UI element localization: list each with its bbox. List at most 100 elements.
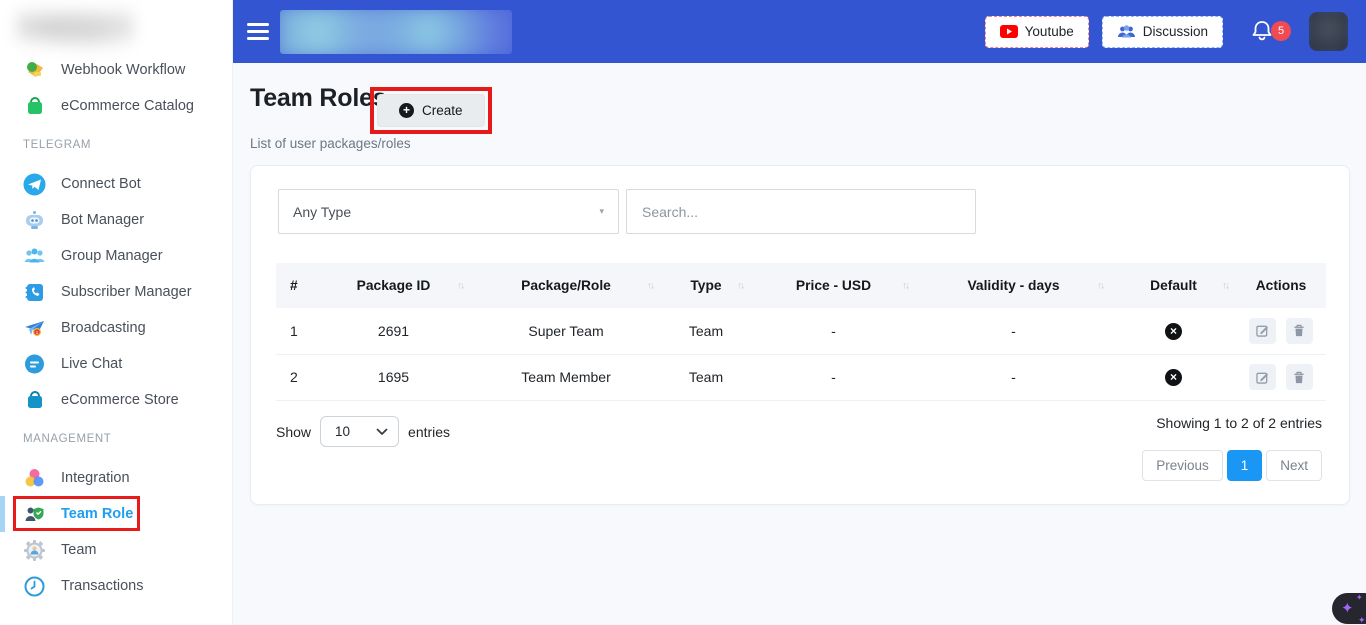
sort-icon[interactable]: ↑↓	[457, 280, 463, 291]
sidebar-item-transactions[interactable]: Transactions	[0, 568, 232, 604]
page-size-value: 10	[335, 424, 350, 439]
sidebar-item-live-chat[interactable]: Live Chat	[0, 346, 232, 382]
bot-manager-icon	[23, 209, 46, 232]
pagination-page-1-button[interactable]: 1	[1227, 450, 1263, 481]
pagination-previous-button[interactable]: Previous	[1142, 450, 1223, 481]
table-row: 2 1695 Team Member Team - - ×	[276, 354, 1326, 400]
broadcasting-icon: 1	[23, 317, 46, 340]
sidebar-item-integration[interactable]: Integration	[0, 460, 232, 496]
team-icon	[23, 539, 46, 562]
chevron-down-icon	[376, 428, 388, 436]
sidebar-section-telegram: TELEGRAM	[0, 124, 232, 166]
live-chat-icon	[23, 353, 46, 376]
subscriber-manager-icon	[23, 281, 46, 304]
discussion-button-label: Discussion	[1143, 24, 1208, 39]
cell-index: 2	[276, 354, 316, 400]
cell-package-id: 1695	[316, 354, 471, 400]
cell-price: -	[751, 308, 916, 354]
youtube-icon	[1000, 25, 1018, 38]
connect-bot-icon	[23, 173, 46, 196]
create-button[interactable]: + Create	[377, 94, 485, 127]
app-logo-blurred	[16, 6, 134, 52]
sidebar-item-team[interactable]: Team	[0, 532, 232, 568]
entries-summary: Showing 1 to 2 of 2 entries	[1156, 415, 1322, 431]
annotation-box-create: + Create	[370, 87, 492, 134]
show-label: Show	[276, 424, 311, 440]
page-size-control: Show 10 entries	[276, 416, 450, 447]
group-manager-icon	[23, 245, 46, 268]
integration-icon	[23, 467, 46, 490]
roles-table: # Package ID↑↓ Package/Role↑↓ Type↑↓ Pri…	[276, 263, 1326, 401]
sort-icon[interactable]: ↑↓	[1222, 280, 1228, 291]
header-logo-blurred	[280, 10, 512, 54]
sidebar-item-team-role[interactable]: Team Role	[0, 496, 232, 532]
sidebar-item-label: eCommerce Catalog	[61, 98, 194, 114]
sort-icon[interactable]: ↑↓	[647, 280, 653, 291]
sidebar-item-label: Team Role	[61, 506, 133, 522]
table-header-row: # Package ID↑↓ Package/Role↑↓ Type↑↓ Pri…	[276, 263, 1326, 308]
not-default-icon: ×	[1165, 369, 1182, 386]
youtube-button-label: Youtube	[1025, 24, 1074, 39]
cell-package-role: Super Team	[471, 308, 661, 354]
hamburger-menu-icon[interactable]	[247, 23, 269, 40]
sort-icon[interactable]: ↑↓	[902, 280, 908, 291]
sidebar-item-subscriber-manager[interactable]: Subscriber Manager	[0, 274, 232, 310]
notifications-button[interactable]: 5	[1247, 12, 1287, 52]
edit-button[interactable]	[1249, 364, 1276, 390]
edit-button[interactable]	[1249, 318, 1276, 344]
column-header-price[interactable]: Price - USD↑↓	[751, 263, 916, 308]
sort-icon[interactable]: ↑↓	[737, 280, 743, 291]
sidebar-item-label: Connect Bot	[61, 176, 141, 192]
ecommerce-store-icon	[23, 389, 46, 412]
cell-actions	[1236, 354, 1326, 400]
sidebar-item-ecommerce-catalog[interactable]: eCommerce Catalog	[0, 88, 232, 124]
cell-validity: -	[916, 308, 1111, 354]
sidebar-item-bot-manager[interactable]: Bot Manager	[0, 202, 232, 238]
column-header-package-id[interactable]: Package ID↑↓	[316, 263, 471, 308]
column-header-type[interactable]: Type↑↓	[661, 263, 751, 308]
sidebar-item-group-manager[interactable]: Group Manager	[0, 238, 232, 274]
sidebar-item-label: Bot Manager	[61, 212, 144, 228]
sidebar-item-webhook-workflow[interactable]: Webhook Workflow	[0, 52, 232, 88]
not-default-icon: ×	[1165, 323, 1182, 340]
ecommerce-catalog-icon	[23, 95, 46, 118]
delete-button[interactable]	[1286, 318, 1313, 344]
chevron-down-icon: ▾	[599, 206, 604, 217]
sidebar-item-label: Subscriber Manager	[61, 284, 192, 300]
column-header-default[interactable]: Default↑↓	[1111, 263, 1236, 308]
sidebar-item-label: Integration	[61, 470, 130, 486]
sidebar-item-label: Broadcasting	[61, 320, 146, 336]
transactions-icon	[23, 575, 46, 598]
webhook-workflow-icon	[23, 59, 46, 82]
column-header-validity[interactable]: Validity - days↑↓	[916, 263, 1111, 308]
sidebar: Webhook Workflow eCommerce Catalog TELEG…	[0, 0, 233, 625]
column-header-package-role[interactable]: Package/Role↑↓	[471, 263, 661, 308]
cell-type: Team	[661, 308, 751, 354]
type-filter-select[interactable]: Any Type ▾	[278, 189, 619, 234]
user-avatar[interactable]	[1309, 12, 1348, 51]
sort-icon[interactable]: ↑↓	[1097, 280, 1103, 291]
entries-label: entries	[408, 424, 450, 440]
youtube-button[interactable]: Youtube	[985, 16, 1089, 48]
sidebar-item-label: Transactions	[61, 578, 143, 594]
sidebar-item-label: Group Manager	[61, 248, 163, 264]
sidebar-item-connect-bot[interactable]: Connect Bot	[0, 166, 232, 202]
sidebar-item-label: eCommerce Store	[61, 392, 179, 408]
sidebar-item-ecommerce-store[interactable]: eCommerce Store	[0, 382, 232, 418]
search-input[interactable]	[626, 189, 976, 234]
cell-default: ×	[1111, 308, 1236, 354]
main-content: Team Roles + Create List of user package…	[233, 63, 1366, 625]
ai-assistant-button[interactable]: ✦ ✦ ✦	[1332, 593, 1366, 624]
pagination-next-button[interactable]: Next	[1266, 450, 1322, 481]
create-button-label: Create	[422, 103, 463, 118]
column-header-actions: Actions	[1236, 263, 1326, 308]
delete-button[interactable]	[1286, 364, 1313, 390]
sidebar-item-label: Team	[61, 542, 96, 558]
roles-card: Any Type ▾ # Package ID↑↓ Package/Role↑↓…	[250, 165, 1350, 505]
sidebar-section-management: MANAGEMENT	[0, 418, 232, 460]
cell-validity: -	[916, 354, 1111, 400]
discussion-button[interactable]: Discussion	[1102, 16, 1223, 48]
page-size-select[interactable]: 10	[320, 416, 399, 447]
sidebar-item-broadcasting[interactable]: 1 Broadcasting	[0, 310, 232, 346]
cell-package-role: Team Member	[471, 354, 661, 400]
